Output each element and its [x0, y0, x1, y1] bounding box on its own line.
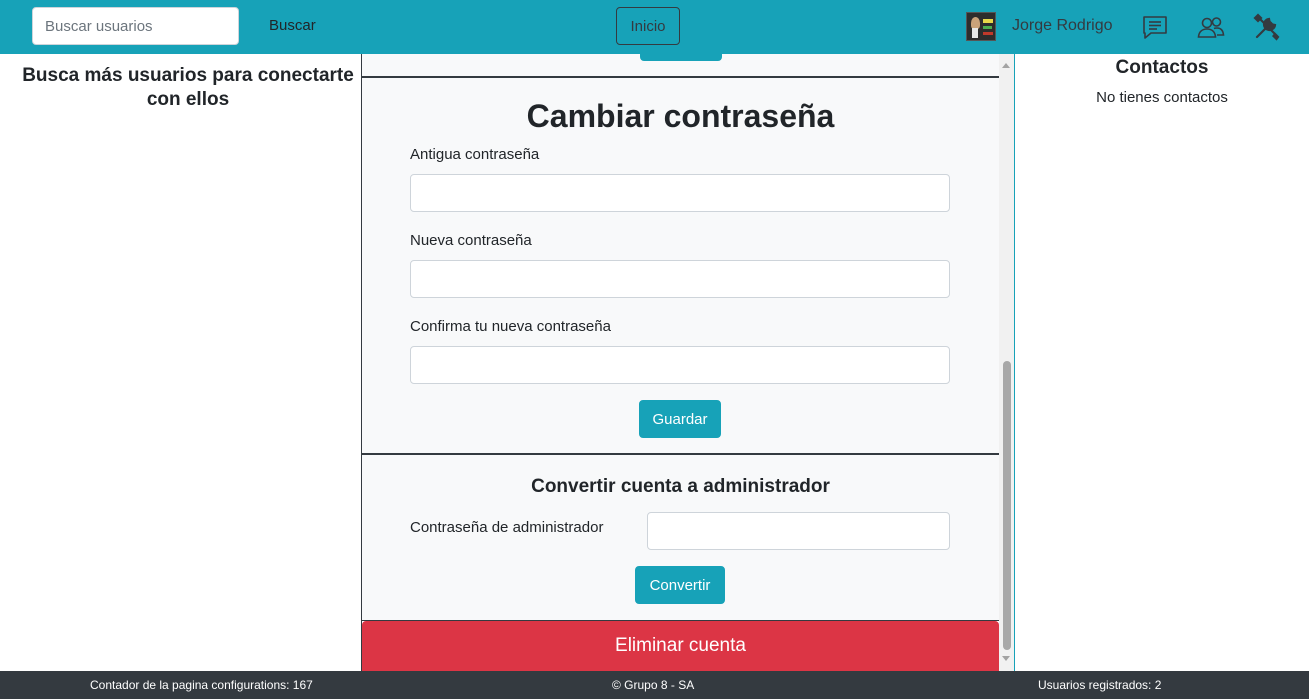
settings-panel[interactable]: Cambiar contraseña Antigua contraseña Nu…	[361, 54, 1015, 671]
users-icon[interactable]	[1196, 12, 1226, 42]
admin-password-label: Contraseña de administrador	[410, 519, 604, 536]
save-button[interactable]: Guardar	[639, 400, 721, 438]
previous-section-button[interactable]	[640, 54, 722, 61]
contacts-sidebar: Contactos No tienes contactos	[1015, 54, 1309, 671]
change-password-title: Cambiar contraseña	[526, 98, 835, 134]
left-sidebar: Busca más usuarios para conectarte con e…	[0, 54, 361, 671]
chat-icon[interactable]	[1140, 12, 1170, 42]
confirm-password-label: Confirma tu nueva contraseña	[410, 318, 611, 335]
tools-icon[interactable]	[1252, 12, 1282, 42]
search-users-input[interactable]	[32, 7, 239, 45]
search-button[interactable]: Buscar	[258, 7, 327, 45]
page-counter: Contador de la pagina configurations: 16…	[90, 678, 313, 692]
settings-scroll-area: Cambiar contraseña Antigua contraseña Nu…	[362, 54, 999, 671]
old-password-label: Antigua contraseña	[410, 146, 540, 163]
admin-conversion-section: Convertir cuenta a administrador Contras…	[362, 455, 999, 621]
user-name[interactable]: Jorge Rodrigo	[1012, 17, 1113, 35]
top-navbar: Buscar Inicio Jorge Rodrigo	[0, 0, 1309, 54]
delete-account-button[interactable]: Eliminar cuenta	[362, 621, 999, 671]
confirm-password-field[interactable]	[410, 346, 950, 384]
settings-scrollbar[interactable]	[999, 54, 1014, 671]
user-avatar[interactable]	[966, 12, 996, 41]
scrollbar-thumb[interactable]	[1003, 361, 1011, 650]
old-password-field[interactable]	[410, 174, 950, 212]
scroll-down-arrow-icon[interactable]	[1002, 656, 1010, 661]
footer: Contador de la pagina configurations: 16…	[0, 671, 1309, 699]
find-users-heading: Busca más usuarios para conectarte con e…	[22, 65, 354, 110]
new-password-field[interactable]	[410, 260, 950, 298]
registered-users-count: Usuarios registrados: 2	[1038, 678, 1162, 692]
convert-button[interactable]: Convertir	[635, 566, 725, 604]
home-button[interactable]: Inicio	[616, 7, 680, 45]
copyright: © Grupo 8 - SA	[612, 678, 695, 692]
contacts-empty-message: No tienes contactos	[1096, 89, 1228, 106]
scroll-up-arrow-icon[interactable]	[1002, 63, 1010, 68]
new-password-label: Nueva contraseña	[410, 232, 532, 249]
admin-conversion-title: Convertir cuenta a administrador	[531, 476, 830, 497]
change-password-section: Cambiar contraseña Antigua contraseña Nu…	[362, 78, 999, 455]
admin-password-field[interactable]	[647, 512, 950, 550]
previous-section	[362, 54, 999, 78]
contacts-title: Contactos	[1115, 57, 1209, 78]
